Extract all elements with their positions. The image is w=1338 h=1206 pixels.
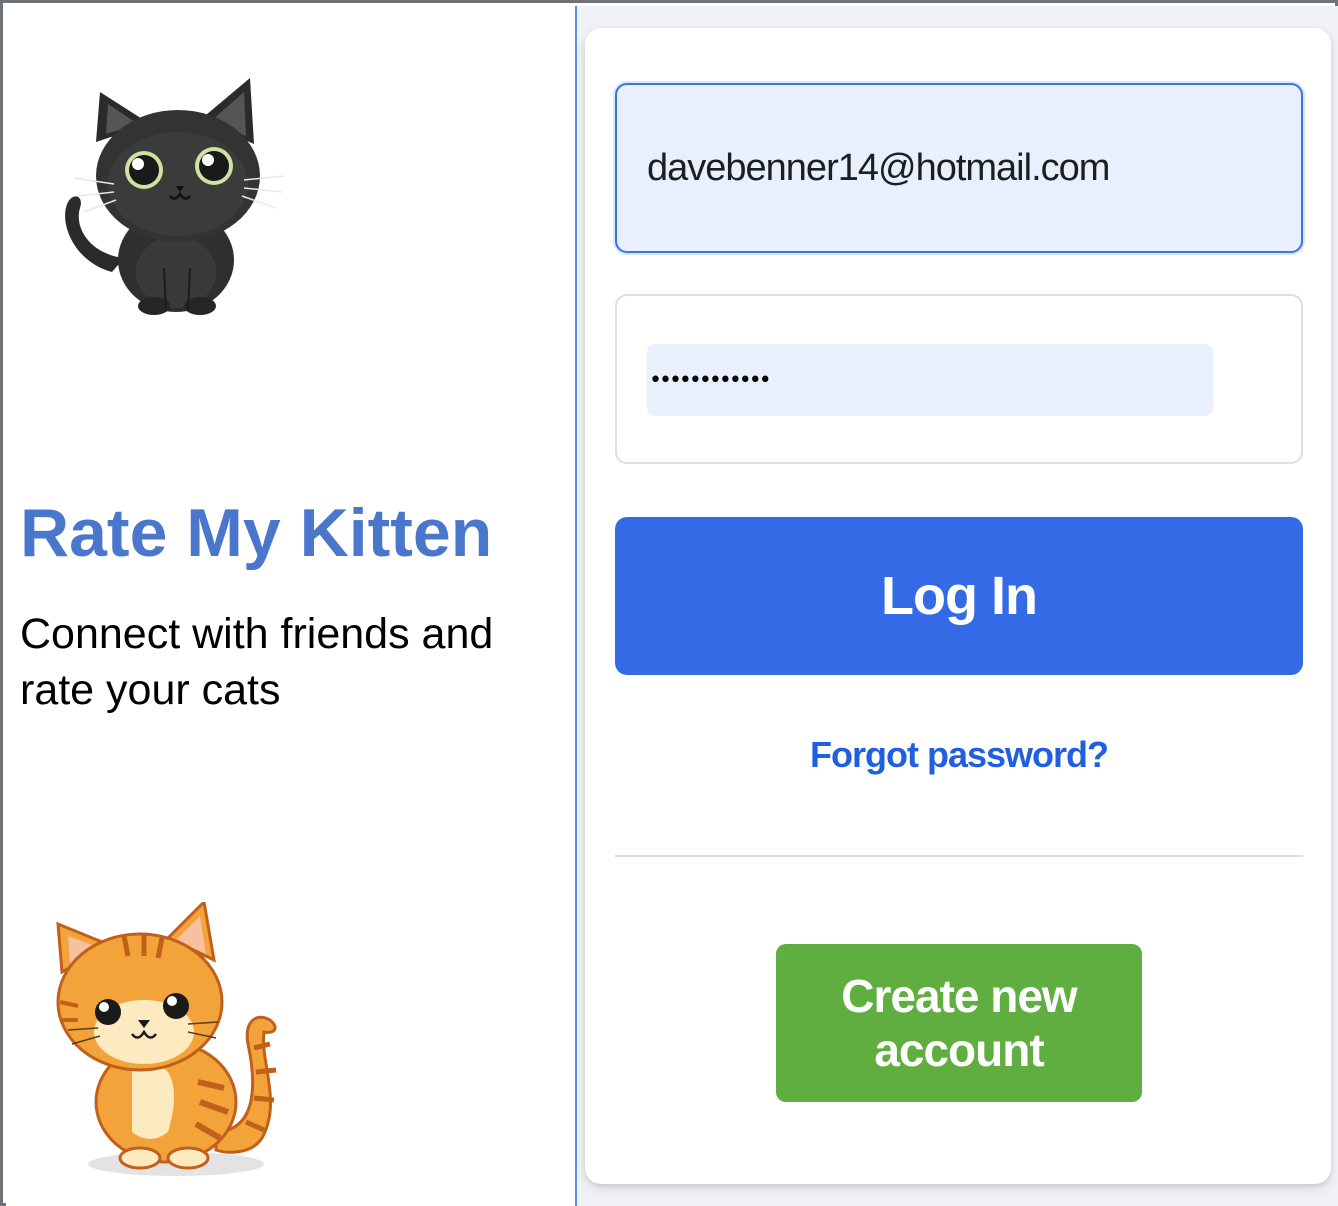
forgot-password-link[interactable]: Forgot password? <box>615 734 1303 776</box>
orange-kitten-image <box>56 902 277 1176</box>
password-field-container[interactable] <box>615 294 1303 464</box>
login-area: Log In Forgot password? Create new accou… <box>577 6 1338 1206</box>
create-account-button[interactable]: Create new account <box>776 944 1142 1102</box>
black-kitten-image <box>65 78 285 315</box>
login-card: Log In Forgot password? Create new accou… <box>585 28 1331 1184</box>
email-input[interactable] <box>615 83 1303 253</box>
branding-panel: Rate My Kitten Connect with friends and … <box>6 6 575 1206</box>
log-in-button[interactable]: Log In <box>615 517 1303 675</box>
brand-tagline: Connect with friends and rate your cats <box>20 610 494 714</box>
password-input[interactable] <box>647 344 1213 416</box>
app-frame: Rate My Kitten Connect with friends and … <box>0 0 1338 1206</box>
brand-title: Rate My Kitten <box>20 495 493 571</box>
separator-line <box>615 855 1303 857</box>
